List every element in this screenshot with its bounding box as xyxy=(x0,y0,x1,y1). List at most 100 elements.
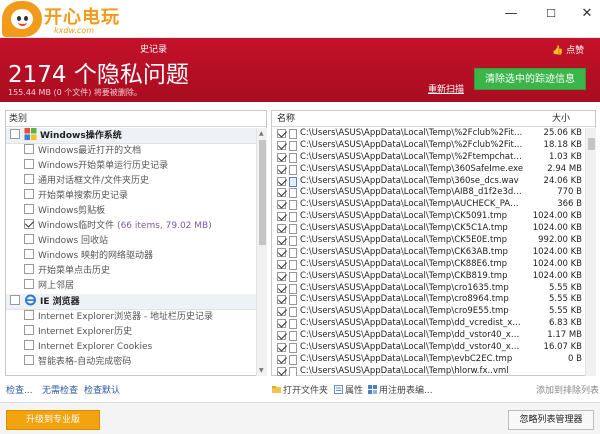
item-checkbox[interactable] xyxy=(24,204,34,214)
properties-button[interactable]: 属性 xyxy=(334,383,363,396)
maximize-button[interactable]: ☐ xyxy=(540,6,562,22)
item-checkbox[interactable] xyxy=(24,340,34,350)
file-checkbox[interactable] xyxy=(277,319,286,329)
file-checkbox[interactable] xyxy=(277,212,286,222)
file-row[interactable]: C:\Users\ASUS\AppData\Local\Temp\AIB8_d1… xyxy=(272,187,585,199)
file-row[interactable]: C:\Users\ASUS\AppData\Local\Temp\360se_d… xyxy=(272,176,585,188)
list-item[interactable]: Windows最近打开的文档 xyxy=(6,144,256,159)
item-checkbox[interactable] xyxy=(24,234,34,244)
file-row[interactable]: C:\Users\ASUS\AppData\Local\Temp\AUCHECK… xyxy=(272,199,585,211)
file-row[interactable]: C:\Users\ASUS\AppData\Local\Temp\%2Ftemp… xyxy=(272,152,585,164)
file-checkbox[interactable] xyxy=(277,295,286,305)
file-checkbox[interactable] xyxy=(277,271,286,281)
add-to-exclude-link[interactable]: 添加到排除列表 xyxy=(536,383,599,396)
rescan-link[interactable]: 重新扫描 xyxy=(428,82,464,95)
list-item[interactable]: Internet Explorer历史 xyxy=(6,325,256,340)
item-checkbox[interactable] xyxy=(24,174,34,184)
file-checkbox[interactable] xyxy=(277,236,286,246)
list-item[interactable]: Windows开始菜单运行历史记录 xyxy=(6,159,256,174)
scrollbar-thumb[interactable] xyxy=(259,140,266,245)
file-checkbox[interactable] xyxy=(277,247,286,257)
item-checkbox[interactable] xyxy=(24,219,34,229)
file-checkbox[interactable] xyxy=(277,343,286,353)
file-checkbox[interactable] xyxy=(277,176,286,186)
scrollbar-thumb[interactable] xyxy=(588,138,595,150)
list-item[interactable]: Internet Explorer浏览器 - 地址栏历史记录 xyxy=(6,310,256,325)
list-item[interactable]: Windows 回收站 xyxy=(6,234,256,249)
file-row[interactable]: C:\Users\ASUS\AppData\Local\Temp\dd_vcre… xyxy=(272,318,585,330)
upgrade-pro-button[interactable]: 升级到专业版 xyxy=(6,410,100,430)
list-item[interactable]: 开始菜单点击历史 xyxy=(6,264,256,279)
item-checkbox[interactable] xyxy=(24,264,34,274)
category-checkbox[interactable] xyxy=(10,295,20,305)
file-row[interactable]: C:\Users\ASUS\AppData\Local\Temp\cro1635… xyxy=(272,283,585,295)
open-folder-button[interactable]: 打开文件夹 xyxy=(272,383,328,396)
file-row[interactable]: C:\Users\ASUS\AppData\Local\Temp\cro9E55… xyxy=(272,306,585,318)
list-item[interactable]: 通用对话框文件/文件夹历史 xyxy=(6,174,256,189)
file-row[interactable]: C:\Users\ASUS\AppData\Local\Temp\%2Fclub… xyxy=(272,140,585,152)
file-row[interactable]: C:\Users\ASUS\AppData\Local\Temp\360Safe… xyxy=(272,164,585,176)
close-button[interactable]: ✕ xyxy=(576,6,598,22)
file-checkbox[interactable] xyxy=(277,152,286,162)
item-checkbox[interactable] xyxy=(24,144,34,154)
file-checkbox[interactable] xyxy=(277,164,286,174)
registry-editor-button[interactable]: 用注册表编... xyxy=(368,383,433,396)
column-name-header[interactable]: 名称 xyxy=(277,111,295,127)
item-checkbox[interactable] xyxy=(24,355,34,365)
file-checkbox[interactable] xyxy=(277,283,286,293)
file-row[interactable]: C:\Users\ASUS\AppData\Local\Temp\CK5091.… xyxy=(272,211,585,223)
file-checkbox[interactable] xyxy=(277,366,286,376)
item-checkbox[interactable] xyxy=(24,159,34,169)
file-row[interactable]: C:\Users\ASUS\AppData\Local\Temp\hlorw.f… xyxy=(272,366,585,376)
file-row[interactable]: C:\Users\ASUS\AppData\Local\Temp\%2Fclub… xyxy=(272,128,585,140)
check-all-link[interactable]: 检查... xyxy=(6,383,33,396)
like-button[interactable]: 👍 点赞 xyxy=(552,43,584,56)
column-size-header[interactable]: 大小 xyxy=(552,111,570,127)
file-size: 5.55 KB xyxy=(548,294,582,305)
clean-selected-button[interactable]: 清除选中的踪迹信息 xyxy=(474,68,586,90)
category-ie[interactable]: IE 浏览器 xyxy=(6,294,256,310)
scroll-up-arrow-icon[interactable]: ▲ xyxy=(259,130,264,137)
file-checkbox[interactable] xyxy=(277,259,286,269)
file-checkbox[interactable] xyxy=(277,129,286,138)
check-default-link[interactable]: 检查默认 xyxy=(84,383,120,396)
list-item[interactable]: Windows临时文件 (66 items, 79.02 MB) xyxy=(6,219,256,234)
item-checkbox[interactable] xyxy=(24,279,34,289)
category-scrollbar[interactable]: ▲ ▼ xyxy=(256,128,267,376)
file-list-scrollbar[interactable] xyxy=(585,128,596,376)
history-label[interactable]: 史记录 xyxy=(140,42,167,55)
list-item[interactable]: 开始菜单搜索历史记录 xyxy=(6,189,256,204)
logo-mascot-icon xyxy=(2,1,42,37)
list-item[interactable]: Internet Explorer Cookies xyxy=(6,340,256,355)
file-row[interactable]: C:\Users\ASUS\AppData\Local\Temp\CK5C1A.… xyxy=(272,223,585,235)
list-item[interactable]: Windows剪贴板 xyxy=(6,204,256,219)
ignore-list-manager-button[interactable]: 忽略列表管理器 xyxy=(508,410,594,430)
file-row[interactable]: C:\Users\ASUS\AppData\Local\Temp\dd_vsto… xyxy=(272,342,585,354)
check-none-link[interactable]: 无需检查 xyxy=(42,383,78,396)
category-windows[interactable]: Windows操作系统 xyxy=(6,128,256,144)
file-row[interactable]: C:\Users\ASUS\AppData\Local\Temp\CK5E0E.… xyxy=(272,235,585,247)
file-row[interactable]: C:\Users\ASUS\AppData\Local\Temp\cro8964… xyxy=(272,294,585,306)
file-row[interactable]: C:\Users\ASUS\AppData\Local\Temp\CKB819.… xyxy=(272,271,585,283)
category-checkbox[interactable] xyxy=(10,129,20,139)
file-checkbox[interactable] xyxy=(277,140,286,150)
file-row[interactable]: C:\Users\ASUS\AppData\Local\Temp\dd_vsto… xyxy=(272,330,585,342)
item-checkbox[interactable] xyxy=(24,310,34,320)
file-checkbox[interactable] xyxy=(277,188,286,198)
file-checkbox[interactable] xyxy=(277,200,286,210)
minimize-button[interactable]: — xyxy=(500,6,522,22)
file-row[interactable]: C:\Users\ASUS\AppData\Local\Temp\evbC2EC… xyxy=(272,354,585,366)
file-row[interactable]: C:\Users\ASUS\AppData\Local\Temp\CK88E6.… xyxy=(272,259,585,271)
file-checkbox[interactable] xyxy=(277,307,286,317)
item-checkbox[interactable] xyxy=(24,189,34,199)
file-checkbox[interactable] xyxy=(277,354,286,364)
file-checkbox[interactable] xyxy=(277,331,286,341)
scroll-down-arrow-icon[interactable]: ▼ xyxy=(259,367,264,374)
item-checkbox[interactable] xyxy=(24,249,34,259)
item-checkbox[interactable] xyxy=(24,325,34,335)
file-row[interactable]: C:\Users\ASUS\AppData\Local\Temp\CK63AB.… xyxy=(272,247,585,259)
list-item[interactable]: Windows 映射的网络驱动器 xyxy=(6,249,256,264)
list-item[interactable]: 网上邻居 xyxy=(6,279,256,294)
file-checkbox[interactable] xyxy=(277,224,286,234)
list-item[interactable]: 智能表格-自动完成密码 xyxy=(6,355,256,370)
